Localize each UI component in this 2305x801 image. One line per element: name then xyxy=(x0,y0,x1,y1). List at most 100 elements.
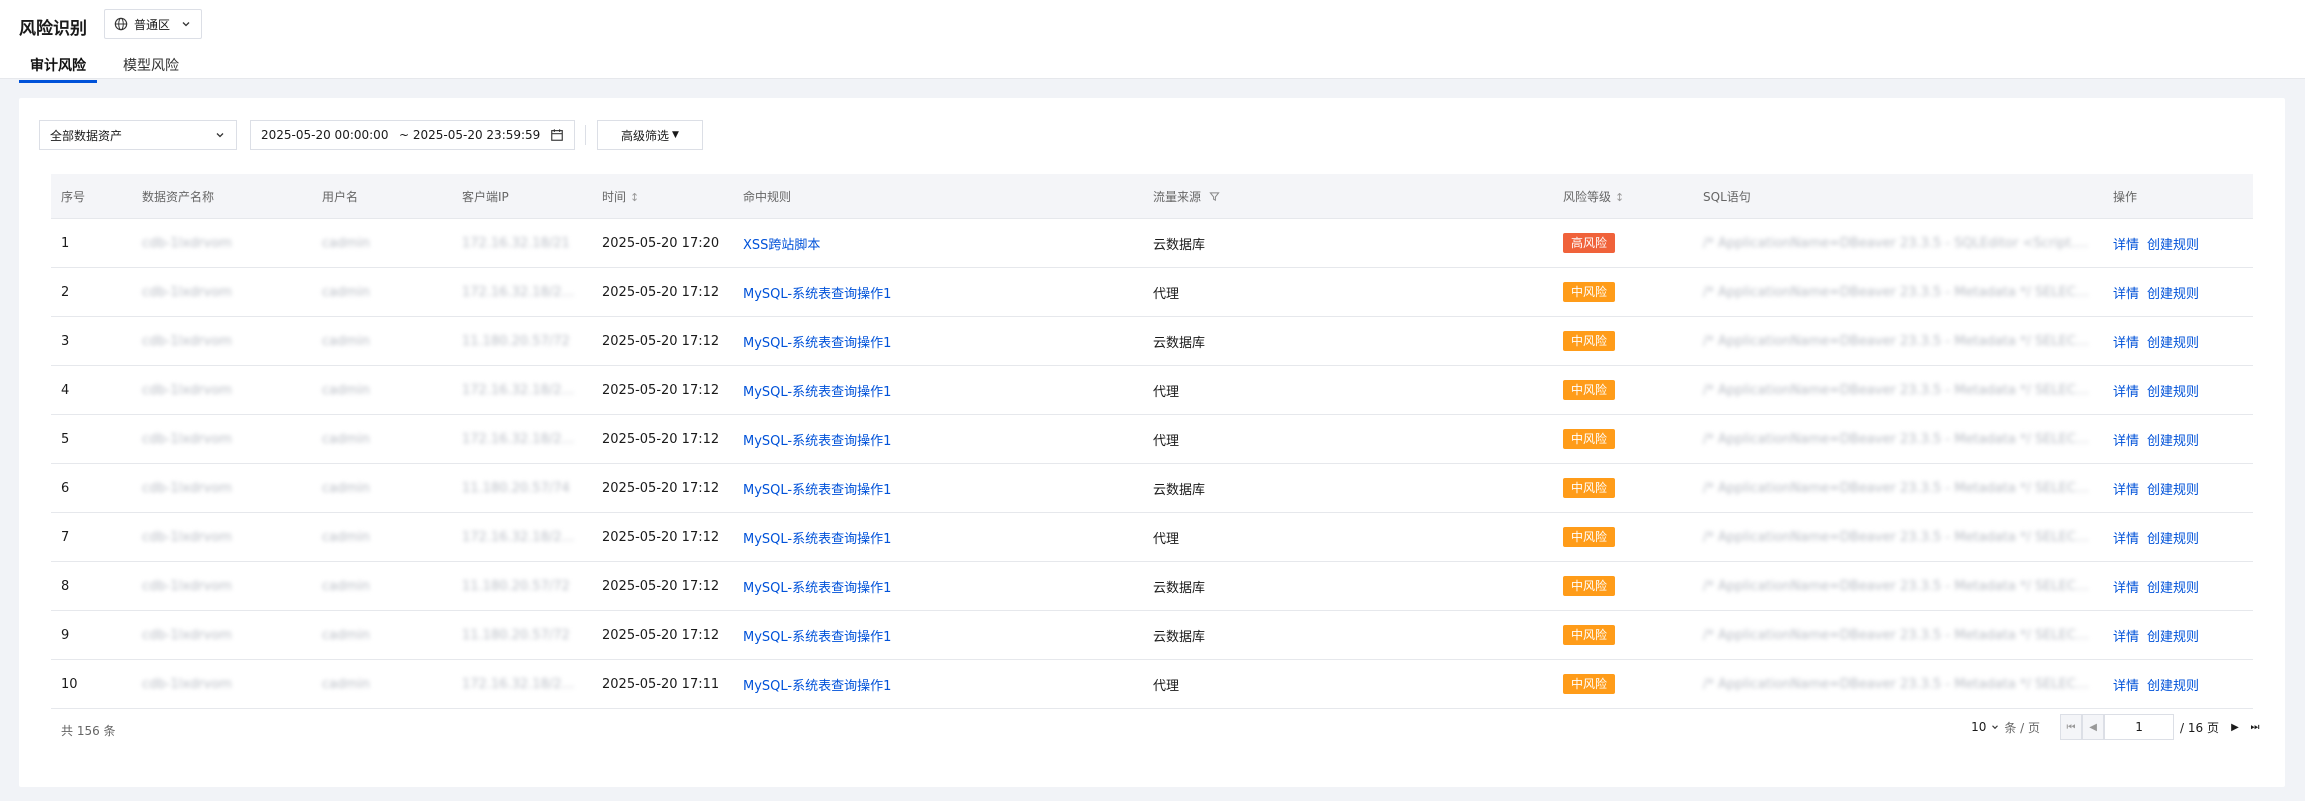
cell-ops: 详情 创建规则 xyxy=(2103,512,2253,562)
detail-link[interactable]: 详情 xyxy=(2113,630,2139,645)
cell-asset: cdb-1lxdrvom xyxy=(132,610,312,660)
cell-user: cadmin xyxy=(312,218,452,268)
cell-time: 2025-05-20 17:12 xyxy=(592,561,733,611)
cell-rule-link[interactable]: MySQL-系统表查询操作1 xyxy=(743,532,891,547)
next-page-button[interactable]: ▶ xyxy=(2225,714,2245,740)
asset-select-value: 全部数据资产 xyxy=(50,128,123,143)
cell-source: 云数据库 xyxy=(1143,218,1553,268)
cell-rule-link[interactable]: MySQL-系统表查询操作1 xyxy=(743,287,891,302)
cell-ip: 172.16.32.18/21 xyxy=(452,218,592,268)
col-ops: 操作 xyxy=(2103,174,2253,219)
region-label: 普通区 xyxy=(134,17,171,32)
cell-ip: 11.180.20.57/72 xyxy=(452,561,592,611)
page-title: 风险识别 xyxy=(19,19,87,39)
col-time-header[interactable]: 时间 ↕ xyxy=(592,174,733,219)
detail-link[interactable]: 详情 xyxy=(2113,238,2139,253)
cell-time: 2025-05-20 17:12 xyxy=(592,512,733,562)
risk-level-badge: 中风险 xyxy=(1563,429,1616,449)
cell-index: 4 xyxy=(51,365,132,415)
prev-page-button[interactable]: ◀ xyxy=(2082,714,2105,740)
cell-index: 3 xyxy=(51,316,132,366)
cell-rule-link[interactable]: MySQL-系统表查询操作1 xyxy=(743,581,891,596)
detail-link[interactable]: 详情 xyxy=(2113,385,2139,400)
cell-source: 云数据库 xyxy=(1143,610,1553,660)
risk-level-badge: 中风险 xyxy=(1563,282,1616,302)
risk-level-badge: 中风险 xyxy=(1563,674,1616,694)
cell-asset: cdb-1lxdrvom xyxy=(132,316,312,366)
create-rule-link[interactable]: 创建规则 xyxy=(2147,336,2199,351)
advanced-filter-button[interactable]: 高级筛选 ▼ xyxy=(597,120,703,150)
detail-link[interactable]: 详情 xyxy=(2113,434,2139,449)
detail-link[interactable]: 详情 xyxy=(2113,287,2139,302)
col-level: 风险等级 xyxy=(1563,189,1612,204)
detail-link[interactable]: 详情 xyxy=(2113,679,2139,694)
create-rule-link[interactable]: 创建规则 xyxy=(2147,679,2199,694)
last-page-button[interactable]: ⏭ xyxy=(2245,714,2265,740)
calendar-icon[interactable] xyxy=(550,128,564,142)
prev-page-icon: ◀ xyxy=(2089,721,2097,733)
top-bar: 风险识别 普通区 审计风险 模型风险 xyxy=(0,0,2305,83)
cell-source: 代理 xyxy=(1143,414,1553,464)
detail-link[interactable]: 详情 xyxy=(2113,336,2139,351)
region-selector[interactable]: 普通区 xyxy=(104,9,202,39)
detail-link[interactable]: 详情 xyxy=(2113,483,2139,498)
risk-level-badge: 中风险 xyxy=(1563,380,1616,400)
cell-source: 代理 xyxy=(1143,512,1553,562)
detail-link[interactable]: 详情 xyxy=(2113,581,2139,596)
chevron-down-icon xyxy=(1992,725,1999,730)
total-count: 共 156 条 xyxy=(61,724,116,738)
sort-icon[interactable]: ↕ xyxy=(1615,191,1624,204)
tab-model-risk[interactable]: 模型风险 xyxy=(112,50,190,82)
table-row: 9 cdb-1lxdrvom cadmin 11.180.20.57/72 2025-0… xyxy=(51,610,2253,660)
cell-time: 2025-05-20 17:20 xyxy=(592,218,733,268)
page-size-select[interactable]: 10 xyxy=(1971,720,2000,734)
sort-icon[interactable]: ↕ xyxy=(630,191,639,204)
table-row: 2 cdb-1lxdrvom cadmin 172.16.32.18/27909 202… xyxy=(51,267,2253,317)
cell-sql: /* ApplicationName=DBeaver 23.3.5 - Meta… xyxy=(1693,267,2103,317)
page-input[interactable]: 1 xyxy=(2104,714,2175,740)
cell-source: 代理 xyxy=(1143,365,1553,415)
create-rule-link[interactable]: 创建规则 xyxy=(2147,434,2199,449)
col-sql: SQL语句 xyxy=(1693,174,2103,219)
cell-rule-link[interactable]: MySQL-系统表查询操作1 xyxy=(743,385,891,400)
cell-time: 2025-05-20 17:12 xyxy=(592,463,733,513)
col-source-header[interactable]: 流量来源 xyxy=(1143,174,1553,219)
date-end[interactable]: ~ 2025-05-20 23:59:59 xyxy=(399,128,540,142)
detail-link[interactable]: 详情 xyxy=(2113,532,2139,547)
asset-select[interactable]: 全部数据资产 xyxy=(39,120,237,150)
cell-ops: 详情 创建规则 xyxy=(2103,365,2253,415)
create-rule-link[interactable]: 创建规则 xyxy=(2147,287,2199,302)
col-index: 序号 xyxy=(51,174,132,219)
chevron-down-icon xyxy=(182,22,190,27)
cell-asset: cdb-1lxdrvom xyxy=(132,512,312,562)
date-range-picker[interactable]: 2025-05-20 00:00:00 ~ 2025-05-20 23:59:5… xyxy=(250,120,575,150)
cell-ops: 详情 创建规则 xyxy=(2103,659,2253,709)
cell-source: 云数据库 xyxy=(1143,561,1553,611)
cell-rule-link[interactable]: MySQL-系统表查询操作1 xyxy=(743,336,891,351)
cell-sql: /* ApplicationName=DBeaver 23.3.5 - Meta… xyxy=(1693,365,2103,415)
cell-index: 2 xyxy=(51,267,132,317)
risk-level-badge: 中风险 xyxy=(1563,478,1616,498)
create-rule-link[interactable]: 创建规则 xyxy=(2147,238,2199,253)
create-rule-link[interactable]: 创建规则 xyxy=(2147,581,2199,596)
last-page-icon: ⏭ xyxy=(2250,721,2260,733)
create-rule-link[interactable]: 创建规则 xyxy=(2147,483,2199,498)
first-page-button[interactable]: ⏮ xyxy=(2060,714,2083,740)
cell-source: 云数据库 xyxy=(1143,463,1553,513)
filter-icon[interactable] xyxy=(1209,191,1220,202)
table-header-row: 序号 数据资产名称 用户名 客户端IP 时间 ↕ 命中规则 流量来源 风险等级 ↕ … xyxy=(51,174,2253,219)
create-rule-link[interactable]: 创建规则 xyxy=(2147,630,2199,645)
cell-index: 1 xyxy=(51,218,132,268)
col-level-header[interactable]: 风险等级 ↕ xyxy=(1553,174,1693,219)
tab-audit-risk[interactable]: 审计风险 xyxy=(19,50,97,83)
cell-rule-link[interactable]: MySQL-系统表查询操作1 xyxy=(743,630,891,645)
cell-rule-link[interactable]: MySQL-系统表查询操作1 xyxy=(743,434,891,449)
cell-rule-link[interactable]: MySQL-系统表查询操作1 xyxy=(743,483,891,498)
cell-rule-link[interactable]: XSS跨站脚本 xyxy=(743,238,820,253)
cell-user: cadmin xyxy=(312,610,452,660)
create-rule-link[interactable]: 创建规则 xyxy=(2147,385,2199,400)
cell-user: cadmin xyxy=(312,512,452,562)
cell-rule-link[interactable]: MySQL-系统表查询操作1 xyxy=(743,679,891,694)
create-rule-link[interactable]: 创建规则 xyxy=(2147,532,2199,547)
date-start[interactable]: 2025-05-20 00:00:00 xyxy=(261,128,399,142)
